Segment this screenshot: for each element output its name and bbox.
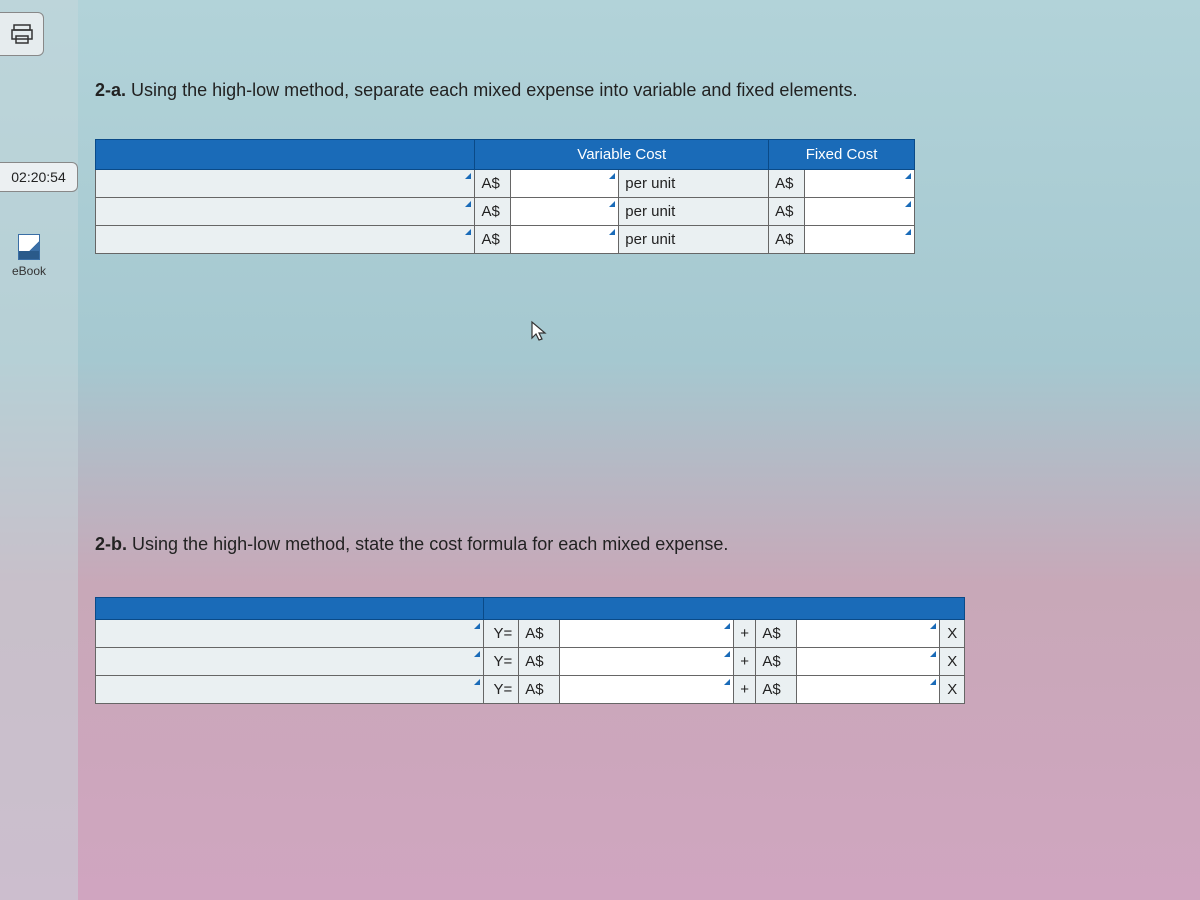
currency-label: A$ [769,170,805,198]
currency-label: A$ [475,226,511,254]
x-label: X [940,648,965,676]
table-row: Y= A$ + A$ X [96,676,965,704]
chevron-icon [465,201,471,207]
table-2a-header-blank [96,140,475,170]
ebook-tab[interactable]: eBook [0,234,58,278]
currency-label: A$ [519,676,560,704]
chevron-icon [724,623,730,629]
plus-label: + [733,648,755,676]
fixed-cost-input[interactable] [805,170,915,198]
formula-input-1[interactable] [560,620,734,648]
currency-label: A$ [756,620,797,648]
chevron-icon [609,229,615,235]
content-area: 2-a. Using the high-low method, separate… [95,80,1140,704]
chevron-icon [905,173,911,179]
variable-cost-input[interactable] [511,226,619,254]
table-2b-header-blank [484,598,965,620]
x-label: X [940,620,965,648]
table-row: Y= A$ + A$ X [96,648,965,676]
question-prefix-2a: 2-a. [95,80,126,100]
table-2b: Y= A$ + A$ X Y= A$ + A$ X Y= A [95,597,965,704]
expense-dropdown[interactable] [96,676,484,704]
formula-input-1[interactable] [560,676,734,704]
print-icon [11,24,33,44]
question-body-2a: Using the high-low method, separate each… [131,80,857,100]
chevron-icon [724,651,730,657]
currency-label: A$ [475,170,511,198]
currency-label: A$ [769,198,805,226]
plus-label: + [733,676,755,704]
formula-input-2[interactable] [797,676,940,704]
unit-label: per unit [619,170,769,198]
currency-label: A$ [519,648,560,676]
chevron-icon [474,679,480,685]
table-2a-header-fixed: Fixed Cost [769,140,915,170]
table-2a: Variable Cost Fixed Cost A$ per unit A$ … [95,139,915,254]
currency-label: A$ [769,226,805,254]
unit-label: per unit [619,226,769,254]
timer-display: 02:20:54 [0,162,78,192]
chevron-icon [465,173,471,179]
expense-dropdown[interactable] [96,226,475,254]
y-label: Y= [484,676,519,704]
plus-label: + [733,620,755,648]
table-2a-header-variable: Variable Cost [475,140,769,170]
currency-label: A$ [475,198,511,226]
currency-label: A$ [756,676,797,704]
chevron-icon [724,679,730,685]
formula-input-1[interactable] [560,648,734,676]
currency-label: A$ [519,620,560,648]
variable-cost-input[interactable] [511,170,619,198]
table-row: Y= A$ + A$ X [96,620,965,648]
question-2b-text: 2-b. Using the high-low method, state th… [95,534,1140,555]
section-2b: 2-b. Using the high-low method, state th… [95,534,1140,704]
y-label: Y= [484,620,519,648]
chevron-icon [474,623,480,629]
chevron-icon [609,173,615,179]
chevron-icon [465,229,471,235]
currency-label: A$ [756,648,797,676]
table-row: A$ per unit A$ [96,198,915,226]
expense-dropdown[interactable] [96,170,475,198]
chevron-icon [609,201,615,207]
fixed-cost-input[interactable] [805,198,915,226]
timer-value: 02:20:54 [11,169,66,185]
question-2a-text: 2-a. Using the high-low method, separate… [95,80,1140,101]
ebook-label: eBook [0,264,58,278]
variable-cost-input[interactable] [511,198,619,226]
left-sidebar: 02:20:54 eBook [0,0,78,900]
table-2b-header-blank [96,598,484,620]
x-label: X [940,676,965,704]
table-row: A$ per unit A$ [96,170,915,198]
expense-dropdown[interactable] [96,648,484,676]
question-prefix-2b: 2-b. [95,534,127,554]
table-row: A$ per unit A$ [96,226,915,254]
expense-dropdown[interactable] [96,198,475,226]
unit-label: per unit [619,198,769,226]
book-icon [18,234,40,260]
chevron-icon [905,201,911,207]
expense-dropdown[interactable] [96,620,484,648]
question-body-2b: Using the high-low method, state the cos… [132,534,728,554]
formula-input-2[interactable] [797,620,940,648]
formula-input-2[interactable] [797,648,940,676]
fixed-cost-input[interactable] [805,226,915,254]
chevron-icon [905,229,911,235]
chevron-icon [930,679,936,685]
print-tab[interactable] [0,12,44,56]
chevron-icon [474,651,480,657]
y-label: Y= [484,648,519,676]
chevron-icon [930,623,936,629]
chevron-icon [930,651,936,657]
